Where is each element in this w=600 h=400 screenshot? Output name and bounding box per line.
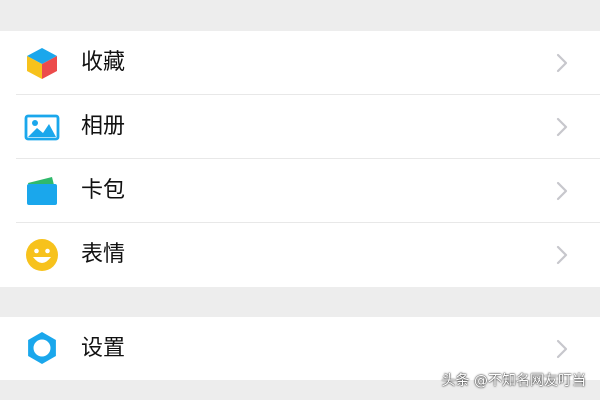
menu-item-label: 卡包: [81, 178, 126, 203]
card-wallet-icon: [24, 173, 60, 209]
menu-item-label: 相册: [81, 114, 126, 139]
menu-item-album[interactable]: 相册: [0, 95, 600, 159]
settings-gear-icon: [24, 330, 60, 366]
menu-item-card-wallet[interactable]: 卡包: [0, 159, 600, 223]
menu-item-favorites[interactable]: 收藏: [0, 31, 600, 95]
menu-item-label: 收藏: [81, 50, 126, 75]
favorites-cube-icon: [24, 45, 60, 81]
chevron-right-icon: [550, 243, 574, 267]
chevron-right-icon: [550, 115, 574, 139]
chevron-right-icon: [550, 51, 574, 75]
menu-item-label: 表情: [81, 242, 126, 267]
menu-item-label: 设置: [81, 336, 126, 361]
chevron-right-icon: [550, 337, 574, 361]
smiley-sticker-icon: [24, 237, 60, 273]
menu-item-stickers[interactable]: 表情: [0, 223, 600, 287]
album-picture-icon: [24, 109, 60, 145]
menu-group-primary: 收藏 相册 卡包 表情: [0, 31, 600, 287]
chevron-right-icon: [550, 179, 574, 203]
watermark-text: 头条 @不知名网友叮当: [441, 373, 586, 389]
